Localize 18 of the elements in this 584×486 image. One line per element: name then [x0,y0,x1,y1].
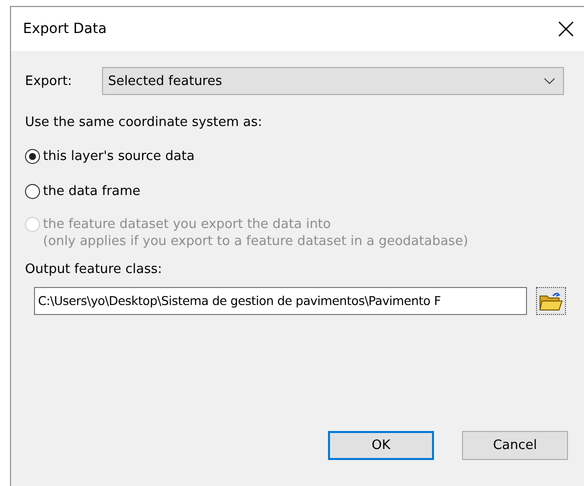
chevron-down-icon [544,78,555,84]
output-label: Output feature class: [25,262,164,277]
window-title: Export Data [23,21,107,37]
option-label: the data frame [43,183,140,200]
option-label: the feature dataset you export the data into [43,216,332,233]
export-label: Export: [25,74,72,88]
radio-button[interactable] [25,184,40,199]
close-icon [558,21,574,37]
output-path-field[interactable]: C:\Users\yo\Desktop\Sistema de gestion de pavimentos\Pavimento F [34,287,527,315]
export-dropdown[interactable]: Selected features [102,67,564,95]
browse-button[interactable] [536,287,566,315]
dialog-button[interactable]: Cancel [462,431,568,460]
radio-button[interactable] [25,149,40,164]
option-note: (only applies if you export to a feature dataset in a geodatabase) [43,233,468,250]
dialog-button[interactable]: OK [328,431,434,460]
option-label: this layer's source data [43,148,195,165]
folder-icon [539,291,563,311]
coordinate-heading: Use the same coordinate system as: [25,115,264,130]
